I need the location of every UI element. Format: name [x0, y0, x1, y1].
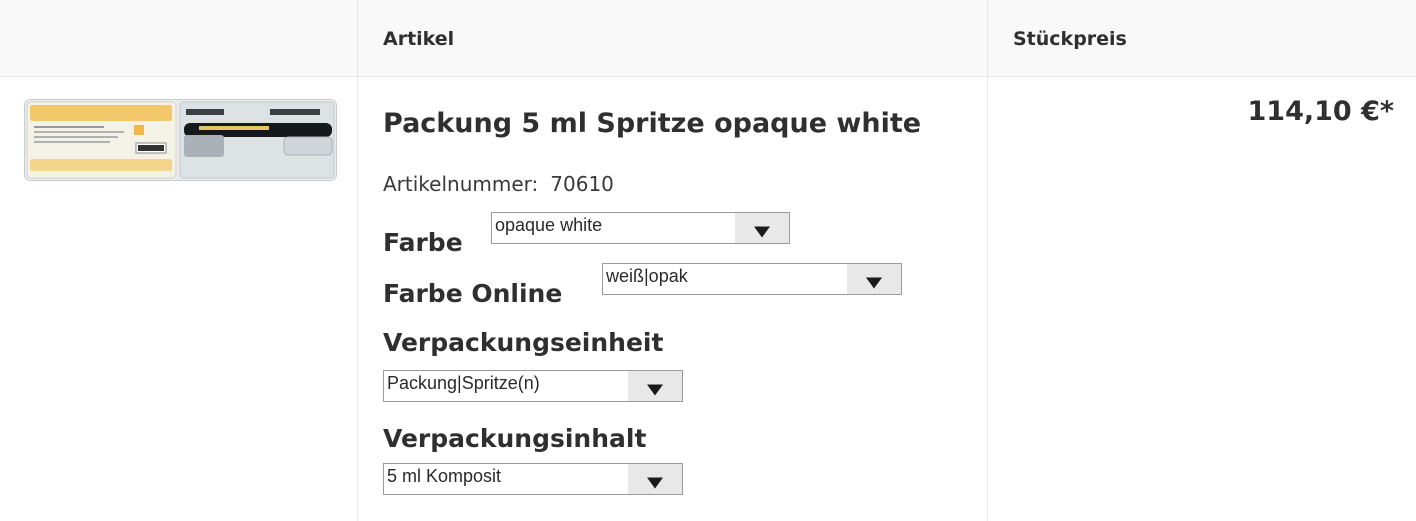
option-label-verpackungseinheit: Verpackungseinheit: [383, 328, 664, 357]
chevron-down-icon: [754, 226, 770, 238]
option-label-farbe: Farbe: [383, 228, 463, 257]
farbe-select[interactable]: opaque white: [491, 212, 790, 244]
farbe-select-value: opaque white: [495, 215, 603, 235]
column-divider: [987, 0, 988, 521]
header-article: Artikel: [383, 27, 455, 50]
cart-table: Artikel Stückpreis Packung 5 ml Spritze …: [0, 0, 1416, 521]
unit-price: 114,10 €*: [1247, 96, 1395, 127]
farbe-online-select-value: weiß|opak: [606, 266, 688, 286]
farbe-select-button[interactable]: [735, 213, 789, 243]
chevron-down-icon: [647, 384, 663, 396]
verpackungseinheit-select-button[interactable]: [628, 371, 682, 401]
chevron-down-icon: [647, 477, 663, 489]
verpackungseinheit-select-value: Packung|Spritze(n): [387, 373, 540, 393]
article-number: Artikelnummer: 70610: [383, 172, 614, 196]
verpackungsinhalt-select-value: 5 ml Komposit: [387, 466, 502, 486]
farbe-online-select-button[interactable]: [847, 264, 901, 294]
article-number-label: Artikelnummer:: [383, 172, 539, 196]
option-label-farbe-online: Farbe Online: [383, 279, 563, 308]
product-image[interactable]: [24, 99, 337, 181]
header-unit-price: Stückpreis: [1013, 27, 1127, 50]
table-header-row: Artikel Stückpreis: [0, 0, 1416, 77]
product-title[interactable]: Packung 5 ml Spritze opaque white: [383, 108, 921, 139]
option-label-verpackungsinhalt: Verpackungsinhalt: [383, 424, 647, 453]
chevron-down-icon: [866, 277, 882, 289]
article-number-value: 70610: [550, 172, 614, 196]
verpackungseinheit-select[interactable]: Packung|Spritze(n): [383, 370, 683, 402]
farbe-online-select[interactable]: weiß|opak: [602, 263, 902, 295]
verpackungsinhalt-select-button[interactable]: [628, 464, 682, 494]
column-divider: [357, 0, 358, 521]
verpackungsinhalt-select[interactable]: 5 ml Komposit: [383, 463, 683, 495]
